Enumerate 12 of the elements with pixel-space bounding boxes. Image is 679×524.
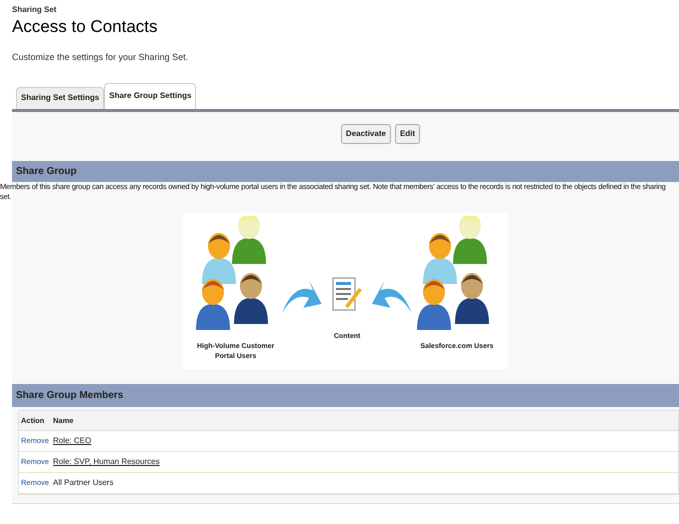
page-description: Customize the settings for your Sharing Set. [12, 51, 190, 64]
member-link[interactable]: Role: CEO [53, 434, 92, 447]
member-name: All Partner Users [53, 476, 114, 489]
object-type-label: Sharing Set [12, 4, 58, 16]
section-header: Share Group [12, 160, 679, 182]
tab[interactable]: Sharing Set Settings [16, 86, 104, 109]
section-header: Share Group Members [12, 384, 679, 407]
tab[interactable]: Share Group Settings [104, 82, 196, 109]
action-button[interactable]: Deactivate [340, 124, 391, 144]
member-link[interactable]: Role: SVP, Human Resources [53, 456, 160, 468]
page-title: Access to Contacts [12, 16, 159, 38]
action-button[interactable]: Edit [394, 124, 420, 144]
